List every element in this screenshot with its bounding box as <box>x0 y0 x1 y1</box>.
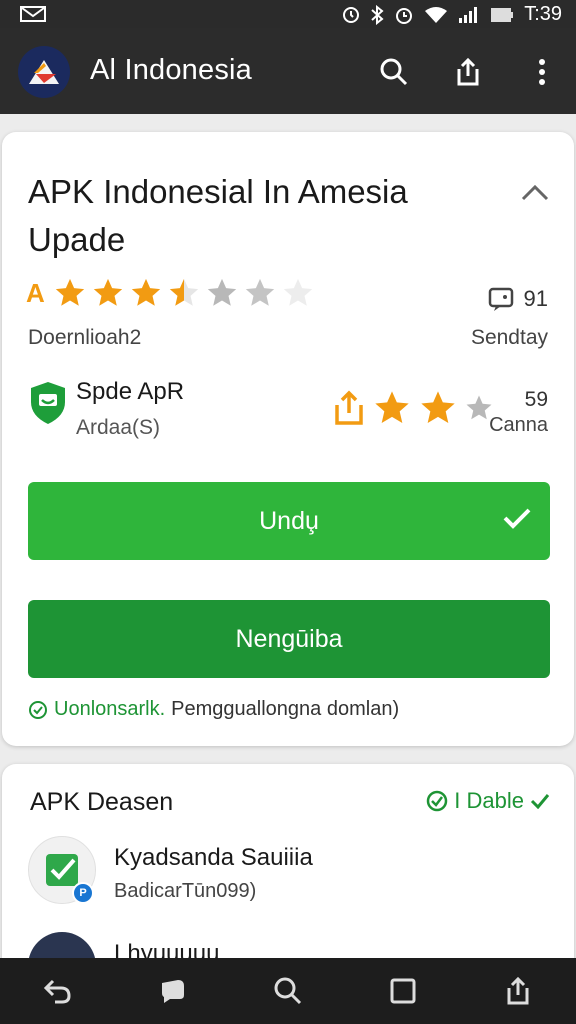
footnote: Uonlonsarlk. Pemgguallongna domlan) <box>28 698 399 721</box>
search-icon[interactable] <box>374 52 414 92</box>
share-count: 59 <box>524 388 548 411</box>
share-rating <box>332 388 494 428</box>
navigation-bar <box>0 958 576 1024</box>
list-item-subtitle: BadicarTūn099) <box>114 880 257 902</box>
star-empty-icon <box>207 278 236 306</box>
verified-badge-icon: P <box>72 882 94 904</box>
star-full-icon <box>131 278 160 306</box>
section-status[interactable]: I Dable <box>426 788 550 814</box>
alarm-icon <box>342 6 360 24</box>
install-button[interactable]: Nengūiba <box>28 600 550 678</box>
shield-icon <box>28 380 68 431</box>
share-icon[interactable] <box>448 52 488 92</box>
app-detail-card: APK Indonesial In Amesia Upade A Doernli… <box>2 132 574 746</box>
recent-apps-icon[interactable] <box>379 967 427 1015</box>
status-time: T:39 <box>524 3 562 25</box>
download-button[interactable]: Undu̧ <box>28 482 550 560</box>
chat-icon[interactable] <box>149 967 197 1015</box>
share-icon[interactable] <box>332 389 366 427</box>
wifi-icon <box>424 6 448 24</box>
chevron-up-icon[interactable] <box>520 182 550 207</box>
rating-caption: Doernlioah2 <box>28 326 142 349</box>
share-icon[interactable] <box>494 967 542 1015</box>
app-title: Al Indonesia <box>90 54 253 86</box>
star-empty-icon <box>245 278 274 306</box>
app-logo[interactable] <box>18 46 70 98</box>
check-circle-icon <box>427 790 448 812</box>
footnote-highlight[interactable]: Uonlonsarlk. <box>54 698 165 721</box>
apk-list-card: APK Deasen I Dable P Kyadsanda Sauiiia B… <box>2 764 574 972</box>
check-icon <box>530 794 550 809</box>
rating-prefix: A <box>26 277 45 308</box>
page-title: APK Indonesial In Amesia Upade <box>28 173 408 258</box>
list-item-title: Kyadsanda Sauiiia <box>114 844 313 871</box>
check-circle-icon <box>29 700 47 719</box>
app-bar: Al Indonesia <box>0 28 576 114</box>
clock-icon <box>394 5 414 25</box>
message-count: 91 <box>523 286 548 311</box>
notification-icon <box>20 6 46 27</box>
section-status-label: I Dable <box>454 788 524 813</box>
message-stat[interactable]: 91 <box>488 286 548 312</box>
bluetooth-icon <box>370 4 384 25</box>
star-full-icon <box>375 391 409 423</box>
share-caption: Canna <box>489 414 548 436</box>
star-half-icon <box>169 278 198 306</box>
star-full-icon <box>421 391 455 423</box>
battery-icon <box>490 6 514 24</box>
download-label: Undu̧ <box>259 506 319 535</box>
section-title: APK Deasen <box>30 788 174 816</box>
search-icon[interactable] <box>264 967 312 1015</box>
signal-icon <box>458 6 480 24</box>
publisher-name[interactable]: Spde ApR <box>76 378 184 406</box>
star-full-icon <box>55 278 84 306</box>
footnote-text: Pemgguallongna domlan) <box>171 698 400 720</box>
rating-stars: A <box>26 276 315 310</box>
more-options-icon[interactable] <box>522 52 562 92</box>
check-icon <box>502 506 532 537</box>
back-icon[interactable] <box>34 967 82 1015</box>
list-item[interactable]: P Kyadsanda Sauiiia BadicarTūn099) <box>28 836 548 908</box>
star-empty-icon <box>283 278 312 306</box>
star-full-icon <box>93 278 122 306</box>
install-label: Nengūiba <box>235 624 343 653</box>
message-icon <box>488 287 513 311</box>
message-caption: Sendtay <box>470 326 548 349</box>
status-bar: T:39 <box>0 0 576 28</box>
publisher-caption: Ardaa(S) <box>76 416 161 439</box>
